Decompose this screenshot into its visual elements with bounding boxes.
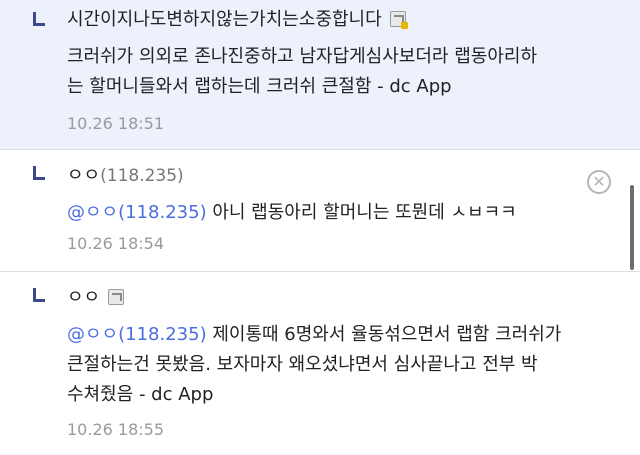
reply-timestamp: 10.26 18:54 [67,234,164,253]
nickname-text[interactable]: ㅇㅇ [67,287,100,308]
reply-timestamp: 10.26 18:55 [67,420,164,439]
close-circle-icon[interactable]: ✕ [587,170,611,194]
scrollbar[interactable] [630,185,634,270]
fixed-nick-badge-icon [389,11,408,29]
reply-nickname[interactable]: ㅇㅇ [67,286,125,310]
reply-timestamp: 10.26 18:51 [67,114,164,133]
reply-body: 크러쉬가 의외로 존나진중하고 남자답게심사보더라 랩동아리하 는 할머니들와서… [67,42,627,102]
reply-item: ㅇㅇ @ㅇㅇ(118.235) 제이통때 6명와서 율동섞으면서 랩함 크러쉬가… [0,272,640,455]
reply-text-line: 수쳐줬음 - dc App [67,384,214,405]
mention-link[interactable]: @ㅇㅇ(118.235) [67,324,207,345]
reply-text-line: 크러쉬가 의외로 존나진중하고 남자답게심사보더라 랩동아리하 [67,46,538,67]
mention-link[interactable]: @ㅇㅇ(118.235) [67,202,207,223]
reply-body: @ㅇㅇ(118.235) 제이통때 6명와서 율동섞으면서 랩함 크러쉬가 큰절… [67,320,627,410]
reply-text-line: @ㅇㅇ(118.235) 제이통때 6명와서 율동섞으면서 랩함 크러쉬가 [67,320,627,350]
half-fixed-nick-badge-icon [108,289,125,305]
reply-arrow-icon [33,288,45,302]
nickname-text[interactable]: 시간이지나도변하지않는가치는소중합니다 [67,9,382,30]
reply-text: 제이통때 6명와서 율동섞으면서 랩함 크러쉬가 [206,324,562,345]
reply-text-line: 는 할머니들와서 랩하는데 크러쉬 큰절함 - dc App [67,76,452,97]
reply-nickname[interactable]: 시간이지나도변하지않는가치는소중합니다 [67,8,408,32]
reply-text-line: 큰절하는건 못봤음. 보자마자 왜오셨냐면서 심사끝나고 전부 박 [67,354,538,375]
reply-nickname[interactable]: ㅇㅇ(118.235) [67,164,184,188]
nickname-ip: (118.235) [100,166,184,186]
reply-item: 시간이지나도변하지않는가치는소중합니다 크러쉬가 의외로 존나진중하고 남자답게… [0,0,640,150]
reply-text: 아니 랩동아리 할머니는 또뭔데 ㅅㅂㅋㅋ [206,202,517,223]
reply-text-line: @ㅇㅇ(118.235) 아니 랩동아리 할머니는 또뭔데 ㅅㅂㅋㅋ [67,198,627,228]
reply-item: ㅇㅇ(118.235) ✕ @ㅇㅇ(118.235) 아니 랩동아리 할머니는 … [0,150,640,272]
reply-body: @ㅇㅇ(118.235) 아니 랩동아리 할머니는 또뭔데 ㅅㅂㅋㅋ [67,198,627,228]
comment-thread: 시간이지나도변하지않는가치는소중합니다 크러쉬가 의외로 존나진중하고 남자답게… [0,0,640,455]
reply-arrow-icon [33,12,45,26]
nickname-text[interactable]: ㅇㅇ [67,165,100,186]
reply-arrow-icon [33,166,45,180]
